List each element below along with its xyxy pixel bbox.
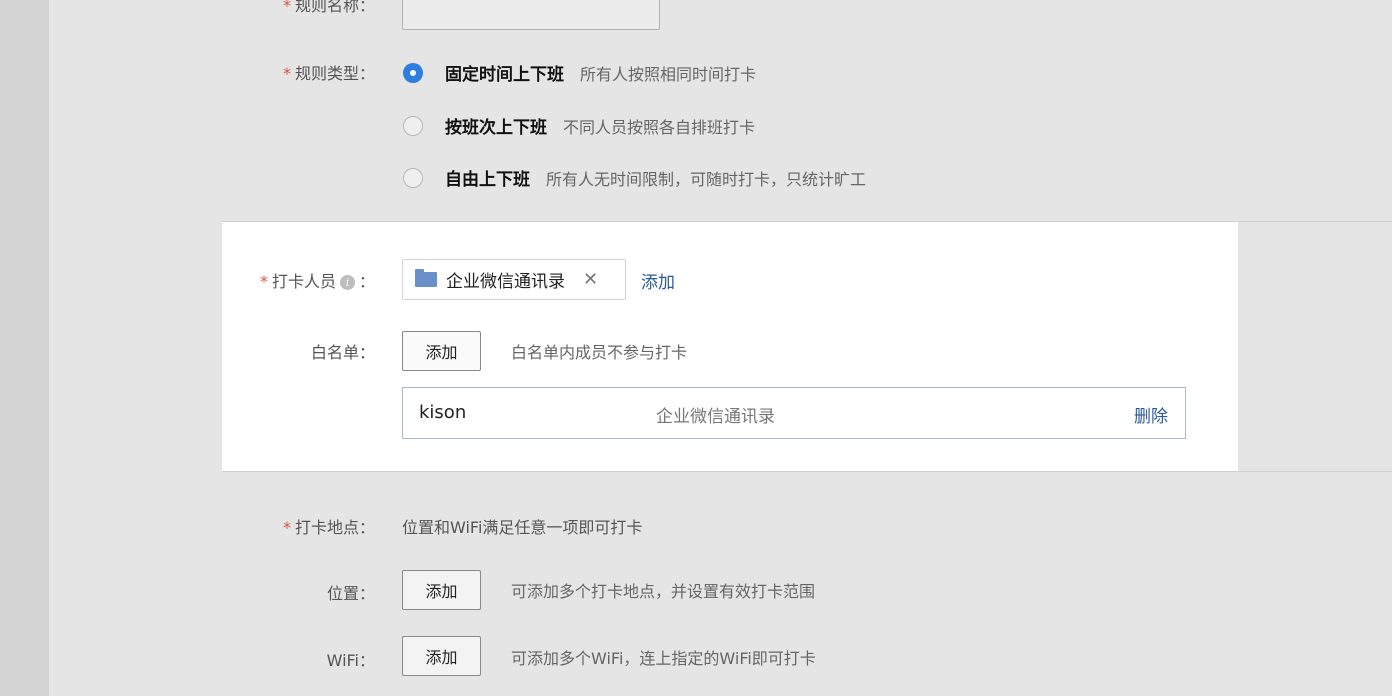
close-icon[interactable]: ✕ xyxy=(583,269,598,290)
folder-icon xyxy=(415,269,437,287)
location-rule-row: * 打卡地点： 位置和WiFi满足任意一项即可打卡 xyxy=(0,512,1392,540)
member-tag: 企业微信通讯录 ✕ xyxy=(402,259,626,300)
rule-name-label: * 规则名称： xyxy=(282,0,375,15)
wifi-hint: 可添加多个WiFi，连上指定的WiFi即可打卡 xyxy=(511,649,816,668)
whitelist-member-name: kison xyxy=(419,402,467,423)
delete-link[interactable]: 删除 xyxy=(1134,402,1168,427)
whitelist-member-source: 企业微信通讯录 xyxy=(656,407,775,427)
whitelist-hint: 白名单内成员不参与打卡 xyxy=(511,343,688,362)
member-tag-text: 企业微信通讯录 xyxy=(446,272,565,292)
add-member-link[interactable]: 添加 xyxy=(641,268,675,293)
members-label: * 打卡人员 i： xyxy=(259,272,375,291)
page: * 规则名称： * 规则类型： 固定时间上下班 所有人按照相同时间打卡 按班次上下班… xyxy=(0,0,1392,696)
option-desc: 所有人按照相同时间打卡 xyxy=(580,64,757,84)
radio-checked[interactable] xyxy=(403,62,423,83)
option-title: 自由上下班 xyxy=(445,170,530,190)
location-rule-desc: 位置和WiFi满足任意一项即可打卡 xyxy=(402,518,643,537)
rule-type-option-fixed[interactable]: 固定时间上下班 所有人按照相同时间打卡 xyxy=(403,60,756,85)
wifi-label: WiFi： xyxy=(326,651,375,670)
option-title: 按班次上下班 xyxy=(445,118,547,138)
rule-type-label: * 规则类型： xyxy=(282,64,375,83)
whitelist-table-row: kison 企业微信通讯录 删除 xyxy=(402,387,1186,439)
wifi-add-button[interactable]: 添加 xyxy=(402,636,481,676)
whitelist-add-button[interactable]: 添加 xyxy=(402,331,481,371)
radio-unchecked[interactable] xyxy=(403,115,423,136)
divider xyxy=(222,471,1392,472)
whitelist-label: 白名单： xyxy=(310,343,375,362)
option-desc: 不同人员按照各自排班打卡 xyxy=(563,117,756,137)
location-rule-label: * 打卡地点： xyxy=(282,518,375,537)
members-row: * 打卡人员 i： xyxy=(0,266,1392,294)
option-title: 固定时间上下班 xyxy=(445,65,564,85)
rule-name-input[interactable] xyxy=(402,0,660,30)
position-label: 位置： xyxy=(326,584,375,603)
position-add-button[interactable]: 添加 xyxy=(402,570,481,610)
whitelist-row: 白名单： xyxy=(0,337,1392,365)
option-desc: 所有人无时间限制，可随时打卡，只统计旷工 xyxy=(546,169,867,189)
position-hint: 可添加多个打卡地点，并设置有效打卡范围 xyxy=(511,582,816,601)
rule-type-option-free[interactable]: 自由上下班 所有人无时间限制，可随时打卡，只统计旷工 xyxy=(403,165,866,190)
radio-unchecked[interactable] xyxy=(403,167,423,188)
rule-name-row: * 规则名称： xyxy=(0,0,1392,30)
info-icon[interactable]: i xyxy=(339,275,355,290)
rule-type-option-shift[interactable]: 按班次上下班 不同人员按照各自排班打卡 xyxy=(403,113,755,138)
